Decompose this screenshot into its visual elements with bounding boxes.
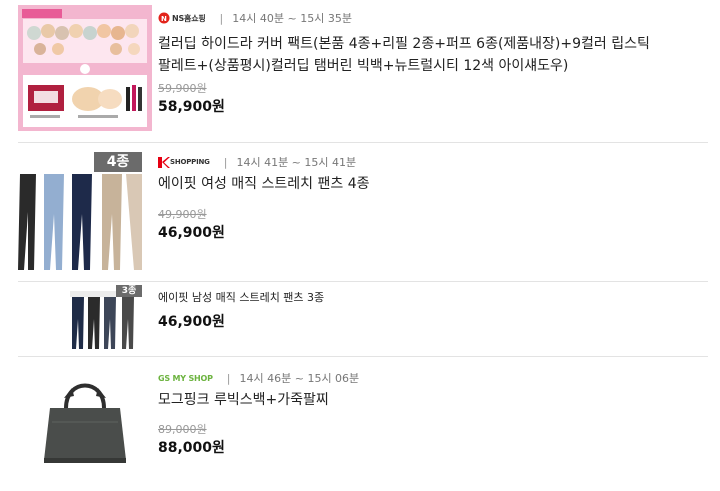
product-title-line-2[interactable]: 팔레트+(상품평시)컬러딥 탬버린 빅백+뉴트럴시티 12색 아이섀도우) [158, 55, 650, 77]
ns-logo-icon: N [158, 12, 170, 24]
product-thumbnail-1[interactable] [18, 5, 152, 131]
original-price: 89,000원 [158, 423, 207, 436]
sale-price: 46,900원 [158, 225, 225, 241]
sale-price: 88,000원 [158, 440, 225, 456]
channel-name: GS MY SHOP [158, 373, 213, 383]
product-thumbnail-3[interactable]: 3종 [70, 285, 142, 353]
cosmetics-image [18, 5, 152, 131]
broadcast-time: 14시 46분 ~ 15시 06분 [239, 372, 360, 385]
sale-price: 46,900원 [158, 314, 225, 330]
divider-bar: | [226, 371, 231, 385]
product-row-1[interactable]: N NS홈쇼핑 | 14시 40분 ~ 15시 35분 컬러딥 하이드라 커버 … [0, 0, 720, 140]
sale-price: 58,900원 [158, 99, 225, 115]
channel-name: SHOPPING [170, 158, 210, 166]
channel-name: NS홈쇼핑 [172, 13, 206, 23]
product-title-line-1[interactable]: 컬러딥 하이드라 커버 팩트(본품 4종+리필 2종+퍼프 6종(제품내장)+9… [158, 33, 650, 55]
product-title[interactable]: 에이핏 여성 매직 스트레치 팬츠 4종 [158, 173, 369, 195]
product-title[interactable]: 모그핑크 루빅스백+가죽팔찌 [158, 389, 329, 411]
product-row-2[interactable]: 4종 SHOPPING | 14시 41분 ~ 15시 41분 에이핏 여성 매… [0, 142, 720, 278]
broadcast-info: GS MY SHOP | 14시 46분 ~ 15시 06분 [158, 370, 359, 386]
original-price: 59,900원 [158, 82, 207, 95]
k-logo-icon [158, 156, 170, 168]
product-count-badge: 3종 [116, 285, 142, 297]
product-thumbnail-4[interactable] [38, 364, 132, 468]
broadcast-info: N NS홈쇼핑 | 14시 40분 ~ 15시 35분 [158, 10, 352, 26]
broadcast-info: SHOPPING | 14시 41분 ~ 15시 41분 [158, 154, 356, 170]
handbag-image [38, 364, 132, 468]
product-title[interactable]: 컬러딥 하이드라 커버 팩트(본품 4종+리필 2종+퍼프 6종(제품내장)+9… [158, 33, 650, 77]
product-row-3[interactable]: 3종 에이핏 남성 매직 스트레치 팬츠 3종 46,900원 [0, 281, 720, 355]
svg-text:N: N [161, 15, 167, 23]
broadcast-time: 14시 40분 ~ 15시 35분 [232, 12, 352, 25]
original-price: 49,900원 [158, 208, 207, 221]
product-thumbnail-2[interactable]: 4종 [18, 152, 142, 274]
divider-bar: | [219, 11, 224, 25]
broadcast-time: 14시 41분 ~ 15시 41분 [236, 156, 357, 169]
ns-homeshopping-logo[interactable]: N NS홈쇼핑 [158, 12, 206, 24]
divider-bar: | [223, 155, 228, 169]
product-row-4[interactable]: GS MY SHOP | 14시 46분 ~ 15시 06분 모그핑크 루빅스백… [0, 356, 720, 491]
k-shopping-logo[interactable]: SHOPPING [158, 156, 210, 168]
product-title[interactable]: 에이핏 남성 매직 스트레치 팬츠 3종 [158, 287, 324, 309]
product-count-badge: 4종 [94, 152, 142, 172]
gs-myshop-logo[interactable]: GS MY SHOP [158, 374, 213, 383]
